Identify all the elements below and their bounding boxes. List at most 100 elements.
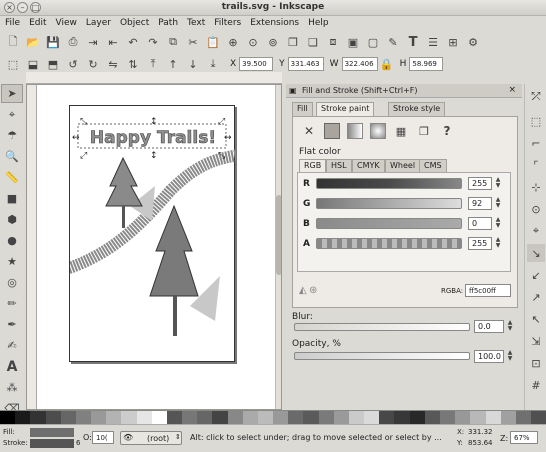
rotate-ccw-icon[interactable]: ↺ bbox=[64, 55, 82, 73]
export-icon[interactable]: ⇤ bbox=[104, 33, 122, 51]
text-font-icon[interactable]: T bbox=[404, 33, 422, 51]
snap-intersection-icon[interactable]: ↙ bbox=[527, 266, 545, 284]
x-field[interactable]: 39.500 bbox=[239, 57, 274, 71]
snap-midpoint-icon[interactable]: ⊹ bbox=[527, 178, 545, 196]
node-tool-icon[interactable]: ⌖ bbox=[1, 105, 23, 124]
layer-selector[interactable]: 👁 (root) ⇕ bbox=[120, 431, 182, 445]
heading-text[interactable]: Happy Trails! bbox=[90, 128, 217, 149]
lower-bottom-icon[interactable]: ⤓ bbox=[204, 55, 222, 73]
a-slider[interactable] bbox=[316, 238, 462, 249]
pencil-tool-icon[interactable]: ✏ bbox=[1, 294, 23, 313]
open-document-icon[interactable]: 📂 bbox=[24, 33, 42, 51]
g-value[interactable]: 92 bbox=[468, 197, 492, 210]
ungroup-icon[interactable]: ▢ bbox=[364, 33, 382, 51]
snap-grid-icon[interactable]: # bbox=[527, 376, 545, 394]
no-paint-icon[interactable]: ✕ bbox=[301, 123, 317, 139]
lock-ratio-icon[interactable]: 🔒 bbox=[378, 55, 396, 73]
stroke-swatch[interactable] bbox=[30, 439, 74, 448]
xml-editor-icon[interactable]: ☰ bbox=[424, 33, 442, 51]
pen-tool-icon[interactable]: ✒ bbox=[1, 315, 23, 334]
tweak-tool-icon[interactable]: ☂ bbox=[1, 126, 23, 145]
copy-icon[interactable]: ⧉ bbox=[164, 33, 182, 51]
handle-bottom-left-icon[interactable]: ⤢ bbox=[79, 151, 87, 161]
radial-gradient-icon[interactable] bbox=[370, 123, 386, 139]
b-spin-icon[interactable]: ▲ ▼ bbox=[494, 217, 502, 230]
tab-wheel[interactable]: Wheel bbox=[385, 159, 421, 172]
handle-top-right-icon[interactable]: ⤢ bbox=[217, 117, 225, 127]
a-value[interactable]: 255 bbox=[468, 237, 492, 250]
snap-nodes-icon[interactable]: ⌖ bbox=[527, 222, 545, 240]
paste-icon[interactable]: 📋 bbox=[204, 33, 222, 51]
g-slider[interactable] bbox=[316, 198, 462, 209]
snap-center-icon[interactable]: ⊙ bbox=[527, 200, 545, 218]
tab-rgb[interactable]: RGB bbox=[299, 159, 327, 172]
blur-spin-icon[interactable]: ▲ ▼ bbox=[506, 320, 514, 333]
menu-text[interactable]: Text bbox=[182, 16, 209, 28]
b-slider[interactable] bbox=[316, 218, 462, 229]
menu-help[interactable]: Help bbox=[303, 16, 333, 28]
a-spin-icon[interactable]: ▲ ▼ bbox=[494, 237, 502, 250]
rectangle-tool-icon[interactable]: ■ bbox=[1, 189, 23, 208]
menu-path[interactable]: Path bbox=[153, 16, 182, 28]
g-spin-icon[interactable]: ▲ ▼ bbox=[494, 197, 502, 210]
3d-box-tool-icon[interactable]: ⬢ bbox=[1, 210, 23, 229]
select-all-icon[interactable]: ⬚ bbox=[4, 55, 22, 73]
tab-fill[interactable]: Fill bbox=[292, 102, 313, 116]
snap-path-icon[interactable]: ↘ bbox=[527, 244, 545, 262]
menu-filters[interactable]: Filters bbox=[209, 16, 245, 28]
rgba-field[interactable]: ff5c00ff bbox=[465, 284, 511, 297]
raise-top-icon[interactable]: ⤒ bbox=[144, 55, 162, 73]
handle-left-icon[interactable]: ↔ bbox=[72, 133, 80, 143]
unset-paint-icon[interactable]: ? bbox=[439, 123, 455, 139]
r-value[interactable]: 255 bbox=[468, 177, 492, 190]
w-field[interactable]: 322.406 bbox=[341, 57, 378, 71]
tab-cmyk[interactable]: CMYK bbox=[352, 159, 385, 172]
fill-stroke-icon[interactable]: ✎ bbox=[384, 33, 402, 51]
swatch-icon[interactable]: ❐ bbox=[416, 123, 432, 139]
zoom-tool-icon[interactable]: 🔍 bbox=[1, 147, 23, 166]
menu-edit[interactable]: Edit bbox=[24, 16, 50, 28]
snap-enable-icon[interactable]: ⤱ bbox=[527, 88, 545, 106]
snap-guide-icon[interactable]: ⇲ bbox=[527, 332, 545, 350]
flip-horizontal-icon[interactable]: ⇋ bbox=[104, 55, 122, 73]
duplicate-icon[interactable]: ❐ bbox=[284, 33, 302, 51]
color-palette[interactable] bbox=[0, 410, 546, 425]
handle-bottom-icon[interactable]: ↕ bbox=[150, 151, 158, 161]
small-tree[interactable] bbox=[105, 156, 143, 207]
star-tool-icon[interactable]: ★ bbox=[1, 252, 23, 271]
canvas-vertical-scrollbar[interactable] bbox=[275, 85, 281, 409]
opacity-slider[interactable] bbox=[294, 352, 470, 360]
snap-corner-icon[interactable]: ⌜ bbox=[527, 156, 545, 174]
tab-cms[interactable]: CMS bbox=[419, 159, 447, 172]
color-managed-icon[interactable]: ⊛ bbox=[309, 285, 317, 296]
zoom-selection-icon[interactable]: ⊕ bbox=[224, 33, 242, 51]
snap-smooth-icon[interactable]: ↖ bbox=[527, 310, 545, 328]
rotate-cw-icon[interactable]: ↻ bbox=[84, 55, 102, 73]
zoom-page-icon[interactable]: ⊚ bbox=[264, 33, 282, 51]
menu-file[interactable]: File bbox=[0, 16, 24, 28]
print-icon[interactable]: ⎙ bbox=[64, 33, 82, 51]
import-icon[interactable]: ⇥ bbox=[84, 33, 102, 51]
group-icon[interactable]: ▣ bbox=[344, 33, 362, 51]
snap-edge-icon[interactable]: ⌐ bbox=[527, 134, 545, 152]
b-value[interactable]: 0 bbox=[468, 217, 492, 230]
raise-icon[interactable]: ↑ bbox=[164, 55, 182, 73]
select-all-layers-icon[interactable]: ⬓ bbox=[24, 55, 42, 73]
lower-icon[interactable]: ↓ bbox=[184, 55, 202, 73]
close-panel-icon[interactable]: × bbox=[508, 85, 516, 95]
cut-icon[interactable]: ✂ bbox=[184, 33, 202, 51]
zoom-field[interactable]: 67% bbox=[510, 431, 538, 444]
selector-tool-icon[interactable]: ➤ bbox=[1, 84, 23, 103]
menu-extensions[interactable]: Extensions bbox=[245, 16, 303, 28]
r-slider[interactable] bbox=[316, 178, 462, 189]
snap-page-icon[interactable]: ⊡ bbox=[527, 354, 545, 372]
trail-path[interactable] bbox=[58, 148, 246, 277]
undo-icon[interactable]: ↶ bbox=[124, 33, 142, 51]
tab-hsl[interactable]: HSL bbox=[326, 159, 352, 172]
snap-cusp-icon[interactable]: ↗ bbox=[527, 288, 545, 306]
handle-bottom-right-icon[interactable]: ⤡ bbox=[218, 151, 225, 161]
opacity-status-field[interactable]: 10( bbox=[92, 431, 114, 444]
text-tool-icon[interactable]: A bbox=[1, 357, 23, 376]
blur-value[interactable]: 0.0 bbox=[474, 320, 504, 333]
spiral-tool-icon[interactable]: ◎ bbox=[1, 273, 23, 292]
